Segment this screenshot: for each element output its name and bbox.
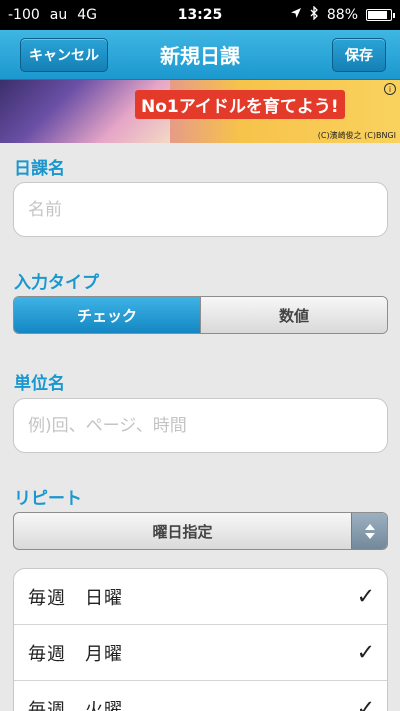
unit-label: 単位名 bbox=[14, 374, 65, 394]
weekday-label: 毎週 月曜 bbox=[28, 643, 123, 665]
battery-percent: 88% bbox=[326, 7, 358, 23]
name-field[interactable] bbox=[13, 182, 388, 237]
input-type-label: 入力タイプ bbox=[14, 273, 99, 293]
repeat-label: リピート bbox=[14, 489, 82, 509]
battery-fill bbox=[368, 11, 388, 19]
status-bar: -100 au 4G 13:25 88% bbox=[0, 0, 400, 30]
network-type: 4G bbox=[77, 7, 97, 23]
status-bar-left: -100 au 4G bbox=[8, 7, 97, 23]
segment-number[interactable]: 数値 bbox=[200, 297, 387, 333]
input-type-segmented-control: チェック 数値 bbox=[13, 296, 388, 334]
ad-credit: (C)濱崎俊之 (C)BNGI bbox=[317, 131, 396, 140]
weekday-label: 毎週 火曜 bbox=[28, 699, 123, 711]
ad-headline: No1アイドルを育てよう! bbox=[135, 90, 345, 119]
signal-strength: -100 bbox=[8, 7, 40, 23]
weekday-label: 毎週 日曜 bbox=[28, 587, 123, 609]
save-button[interactable]: 保存 bbox=[332, 38, 386, 72]
cancel-button[interactable]: キャンセル bbox=[20, 38, 108, 72]
ad-info-icon[interactable]: i bbox=[384, 83, 396, 95]
carrier-name: au bbox=[49, 7, 68, 23]
name-label: 日課名 bbox=[14, 159, 65, 179]
name-input[interactable] bbox=[28, 199, 387, 220]
checkmark-icon: ✓ bbox=[356, 640, 375, 665]
unit-input[interactable] bbox=[28, 415, 387, 436]
list-item[interactable]: 毎週 日曜 ✓ bbox=[14, 569, 387, 625]
repeat-select-value: 曜日指定 bbox=[152, 522, 213, 541]
segment-check[interactable]: チェック bbox=[14, 297, 200, 333]
status-bar-right: 88% bbox=[290, 5, 395, 24]
unit-field[interactable] bbox=[13, 398, 388, 453]
repeat-select[interactable]: 曜日指定 bbox=[13, 512, 388, 550]
weekday-list: 毎週 日曜 ✓ 毎週 月曜 ✓ 毎週 火曜 ✓ bbox=[13, 568, 388, 711]
list-item[interactable]: 毎週 月曜 ✓ bbox=[14, 625, 387, 681]
select-stepper-icon[interactable] bbox=[351, 513, 387, 549]
bluetooth-icon bbox=[310, 5, 319, 24]
navigation-bar: キャンセル 新規日課 保存 bbox=[0, 30, 400, 80]
ad-banner[interactable]: No1アイドルを育てよう! i (C)濱崎俊之 (C)BNGI bbox=[0, 80, 400, 143]
battery-icon bbox=[366, 9, 395, 21]
list-item[interactable]: 毎週 火曜 ✓ bbox=[14, 681, 387, 711]
checkmark-icon: ✓ bbox=[356, 584, 375, 609]
checkmark-icon: ✓ bbox=[356, 696, 375, 711]
location-arrow-icon bbox=[290, 7, 302, 23]
page-title: 新規日課 bbox=[160, 44, 240, 68]
